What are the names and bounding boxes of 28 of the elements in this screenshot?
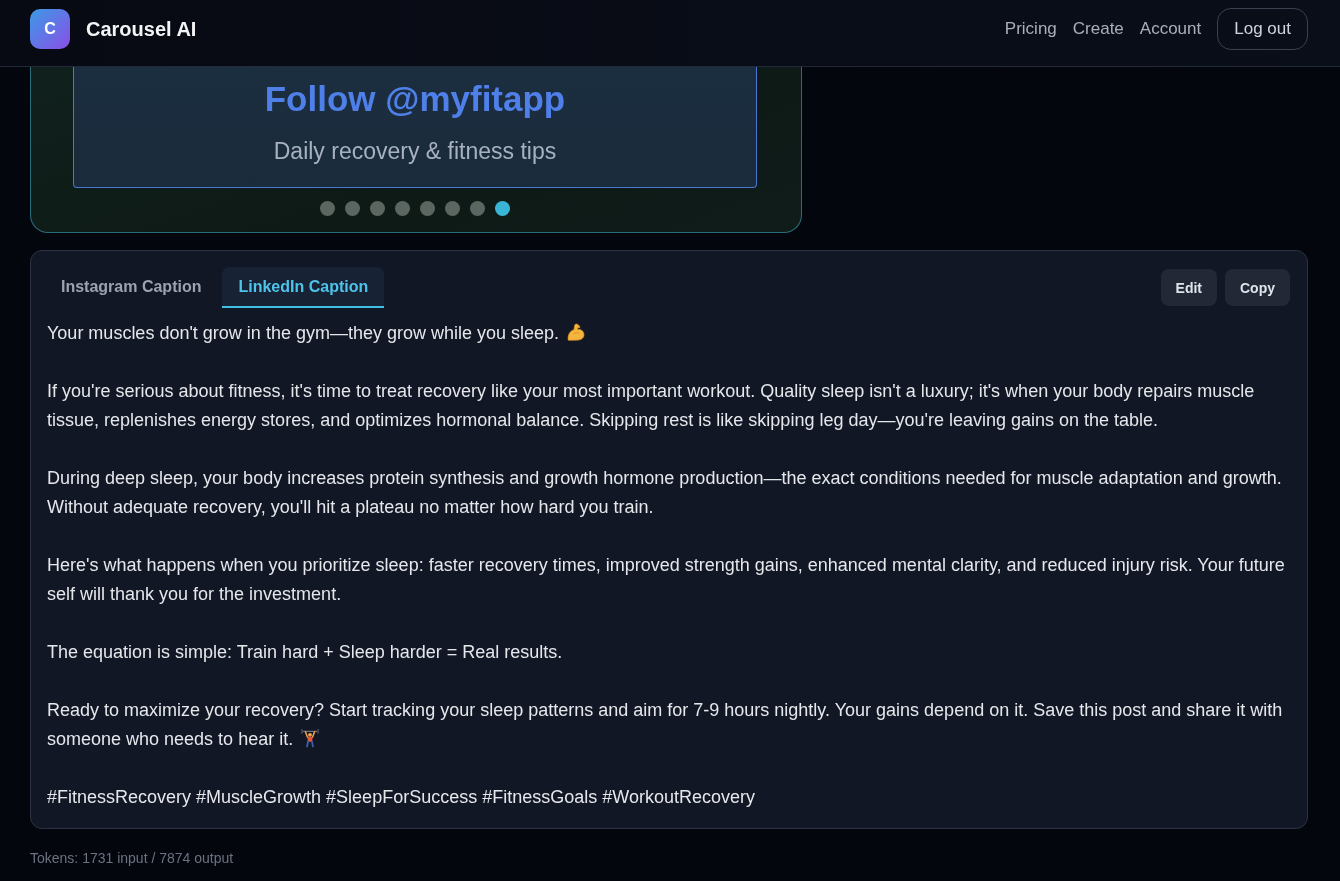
caption-paragraph: If you're serious about fitness, it's time to treat recovery like your most important workout. Quality sleep isn't a luxury; it's when your body repairs muscle tissue, replenishes energy stores, and optimizes hormonal balance. Skipping rest is like skipping leg day—you're leaving gains on the table.: [47, 381, 1255, 430]
caption-paragraph: #FitnessRecovery #MuscleGrowth #SleepForSuccess #FitnessGoals #WorkoutRecovery: [47, 787, 755, 807]
brand-name: Carousel AI: [86, 17, 197, 41]
caption-paragraph: The equation is simple: Train hard + Sleep harder = Real results.: [47, 642, 563, 662]
pagination-dot[interactable]: [395, 201, 410, 216]
nav-link[interactable]: Create: [1072, 19, 1124, 39]
pagination-dot[interactable]: [420, 201, 435, 216]
token-usage-text: Tokens: 1731 input / 7874 output: [30, 850, 234, 866]
pagination-dot[interactable]: [370, 201, 385, 216]
caption-tab[interactable]: LinkedIn Caption: [222, 267, 385, 308]
pagination-dot[interactable]: [320, 201, 335, 216]
caption-tab[interactable]: Instagram Caption: [45, 267, 218, 308]
nav-link[interactable]: Account: [1139, 19, 1202, 39]
caption-paragraph: Ready to maximize your recovery? Start tracking your sleep patterns and aim for 7-9 hours nightly. Your gains depend on it. Save this post and share it with someone who needs to hear it.: [47, 700, 1283, 749]
pagination-dot[interactable]: [445, 201, 460, 216]
caption-paragraph: Here's what happens when you prioritize sleep: faster recovery times, improved strength gains, enhanced mental clarity, and reduced injury risk. Your future self will thank you for the investment.: [47, 555, 1285, 604]
app-logo: C: [30, 9, 70, 49]
pagination-dot[interactable]: [495, 201, 510, 216]
edit-button[interactable]: Edit: [1160, 269, 1217, 306]
pagination-dot[interactable]: [345, 201, 360, 216]
caption-paragraph: Your muscles don't grow in the gym—they grow while you sleep.: [47, 323, 560, 343]
pagination-dot[interactable]: [470, 201, 485, 216]
caption-paragraph: During deep sleep, your body increases protein synthesis and growth hormone production—the exact conditions needed for muscle adaptation and growth. Without adequate recovery, you'll hit a plateau no matter how hard you train.: [47, 468, 1282, 517]
nav-link[interactable]: Pricing: [1004, 19, 1057, 39]
logout-button[interactable]: Log out: [1217, 8, 1308, 50]
slide-subtitle: Daily recovery & fitness tips: [273, 138, 557, 164]
copy-button[interactable]: Copy: [1225, 269, 1290, 306]
slide-title: Follow @myfitapp: [264, 79, 566, 118]
